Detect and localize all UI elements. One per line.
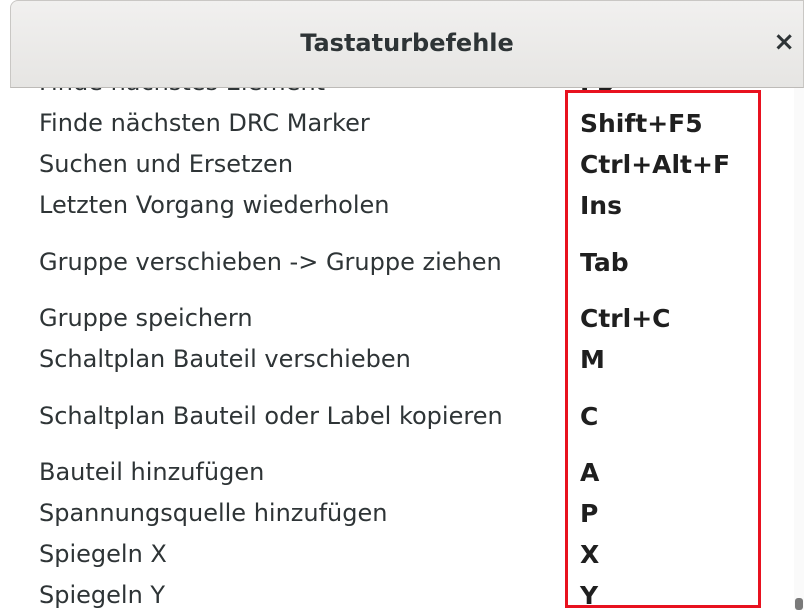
shortcut-row[interactable]: Gruppe speichern Ctrl+C xyxy=(10,298,792,339)
shortcut-description: Gruppe speichern xyxy=(39,304,253,332)
scrollbar-thumb[interactable] xyxy=(795,598,803,610)
shortcut-key: Ctrl+C xyxy=(580,304,671,333)
shortcut-row[interactable]: Schaltplan Bauteil oder Label kopieren C xyxy=(10,380,792,452)
shortcut-row[interactable]: Spannungsquelle hinzufügen P xyxy=(10,493,792,534)
shortcut-description: Spannungsquelle hinzufügen xyxy=(39,499,388,527)
shortcut-list-view[interactable]: Finde nächstes Element F5 Finde nächsten… xyxy=(10,88,804,610)
close-icon[interactable]: × xyxy=(773,27,795,57)
shortcut-row[interactable]: Finde nächstes Element F5 xyxy=(10,88,792,103)
shortcut-key: Y xyxy=(580,581,599,610)
shortcut-list: Finde nächstes Element F5 Finde nächsten… xyxy=(10,88,792,610)
shortcut-key: M xyxy=(580,345,605,374)
dialog-title: Tastaturbefehle xyxy=(300,29,514,57)
shortcut-key: Shift+F5 xyxy=(580,109,703,138)
shortcut-key: P xyxy=(580,499,599,528)
shortcut-description: Letzten Vorgang wiederholen xyxy=(39,191,390,219)
shortcut-key: F5 xyxy=(568,88,614,97)
shortcut-row[interactable]: Letzten Vorgang wiederholen Ins xyxy=(10,185,792,226)
shortcut-description: Spiegeln X xyxy=(39,540,167,568)
shortcut-description: Schaltplan Bauteil oder Label kopieren xyxy=(39,401,503,430)
shortcut-row[interactable]: Finde nächsten DRC Marker Shift+F5 xyxy=(10,103,792,144)
shortcut-description: Schaltplan Bauteil verschieben xyxy=(39,345,411,373)
shortcut-row[interactable]: Bauteil hinzufügen A xyxy=(10,452,792,493)
shortcut-description: Spiegeln Y xyxy=(39,581,166,609)
shortcut-key: Ins xyxy=(580,191,622,220)
shortcut-description: Suchen und Ersetzen xyxy=(39,150,294,178)
shortcut-description: Finde nächstes Element xyxy=(10,88,568,98)
shortcut-row[interactable]: Spiegeln X X xyxy=(10,534,792,575)
shortcut-description: Finde nächsten DRC Marker xyxy=(39,109,370,137)
shortcut-row[interactable]: Gruppe verschieben -> Gruppe ziehen Tab xyxy=(10,226,792,298)
shortcut-row[interactable]: Spiegeln Y Y xyxy=(10,575,792,610)
shortcut-row[interactable]: Suchen und Ersetzen Ctrl+Alt+F xyxy=(10,144,792,185)
shortcut-row[interactable]: Schaltplan Bauteil verschieben M xyxy=(10,339,792,380)
shortcut-key: C xyxy=(580,401,599,431)
shortcut-key: Ctrl+Alt+F xyxy=(580,150,731,179)
shortcuts-dialog: Tastaturbefehle × Finde nächstes Element… xyxy=(0,0,804,610)
shortcut-key: Tab xyxy=(580,247,629,277)
shortcut-description: Gruppe verschieben -> Gruppe ziehen xyxy=(39,247,502,276)
vertical-scrollbar[interactable] xyxy=(794,88,804,610)
shortcut-key: A xyxy=(580,458,600,487)
title-bar[interactable]: Tastaturbefehle × xyxy=(10,0,804,88)
shortcut-description: Bauteil hinzufügen xyxy=(39,458,265,486)
shortcut-key: X xyxy=(580,540,600,569)
